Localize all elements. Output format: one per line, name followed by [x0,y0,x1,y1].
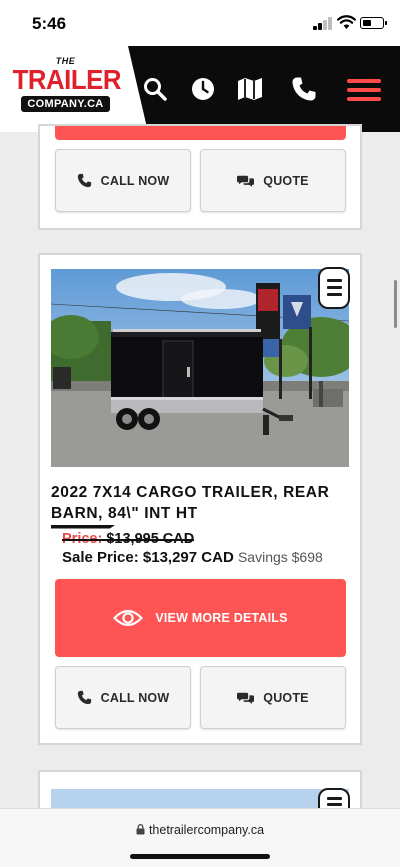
call-now-label: CALL NOW [100,173,170,188]
chat-bubbles-icon [237,175,255,187]
original-price: Price: $13,995 CAD [62,531,195,547]
call-now-button[interactable]: CALL NOW [55,666,191,729]
view-details-label: VIEW MORE DETAILS [155,611,288,625]
phone-icon[interactable] [291,76,317,102]
status-bar: 5:46 [0,0,400,46]
url-display[interactable]: thetrailercompany.ca [0,823,400,837]
call-now-label: CALL NOW [100,690,170,705]
price-strikethrough [62,539,195,541]
wifi-icon [337,15,356,29]
photo-menu-button[interactable] [318,267,350,309]
quote-button[interactable]: QUOTE [200,149,346,212]
sale-price-label: Sale Price: [62,549,139,566]
view-details-button[interactable]: VIEW MORE DETAILS [55,579,346,657]
site-logo[interactable]: THE TRAILER COMPANY.CA [8,56,123,120]
page-scrollbar[interactable] [394,280,397,328]
listing-card: 2022 7X14 CARGO TRAILER, REAR BARN, 84\"… [38,253,362,745]
phone-icon [77,173,91,188]
listing-card: CALL NOW QUOTE [38,124,362,230]
logo-company: COMPANY.CA [21,96,110,112]
listing-title[interactable]: 2022 7X14 CARGO TRAILER, REAR BARN, 84\"… [51,482,351,524]
quote-button[interactable]: QUOTE [200,666,346,729]
browser-address-bar[interactable]: thetrailercompany.ca [0,808,400,867]
site-header: THE TRAILER COMPANY.CA [0,46,400,132]
quote-label: QUOTE [263,690,309,705]
cellular-signal-icon [313,17,333,30]
title-underline-divider [51,525,115,529]
hamburger-menu-icon[interactable] [347,79,381,101]
url-text: thetrailercompany.ca [148,823,265,837]
search-icon[interactable] [142,76,168,102]
map-icon[interactable] [237,76,263,102]
phone-icon [77,690,91,705]
savings-text: Savings $698 [237,549,323,565]
clock-icon[interactable] [190,76,216,102]
logo-trailer: TRAILER [12,64,122,95]
status-time: 5:46 [32,14,67,33]
quote-label: QUOTE [263,173,309,188]
battery-icon [360,17,387,29]
trailer-photo[interactable] [51,269,349,467]
call-now-button[interactable]: CALL NOW [55,149,191,212]
home-indicator [130,854,270,859]
lock-icon [136,824,145,835]
sale-price-value: $13,297 CAD [142,549,234,566]
eye-icon [113,609,144,627]
sale-price-line: Sale Price: $13,297 CAD Savings $698 [62,549,323,566]
chat-bubbles-icon [237,692,255,704]
view-details-button[interactable] [55,126,346,140]
